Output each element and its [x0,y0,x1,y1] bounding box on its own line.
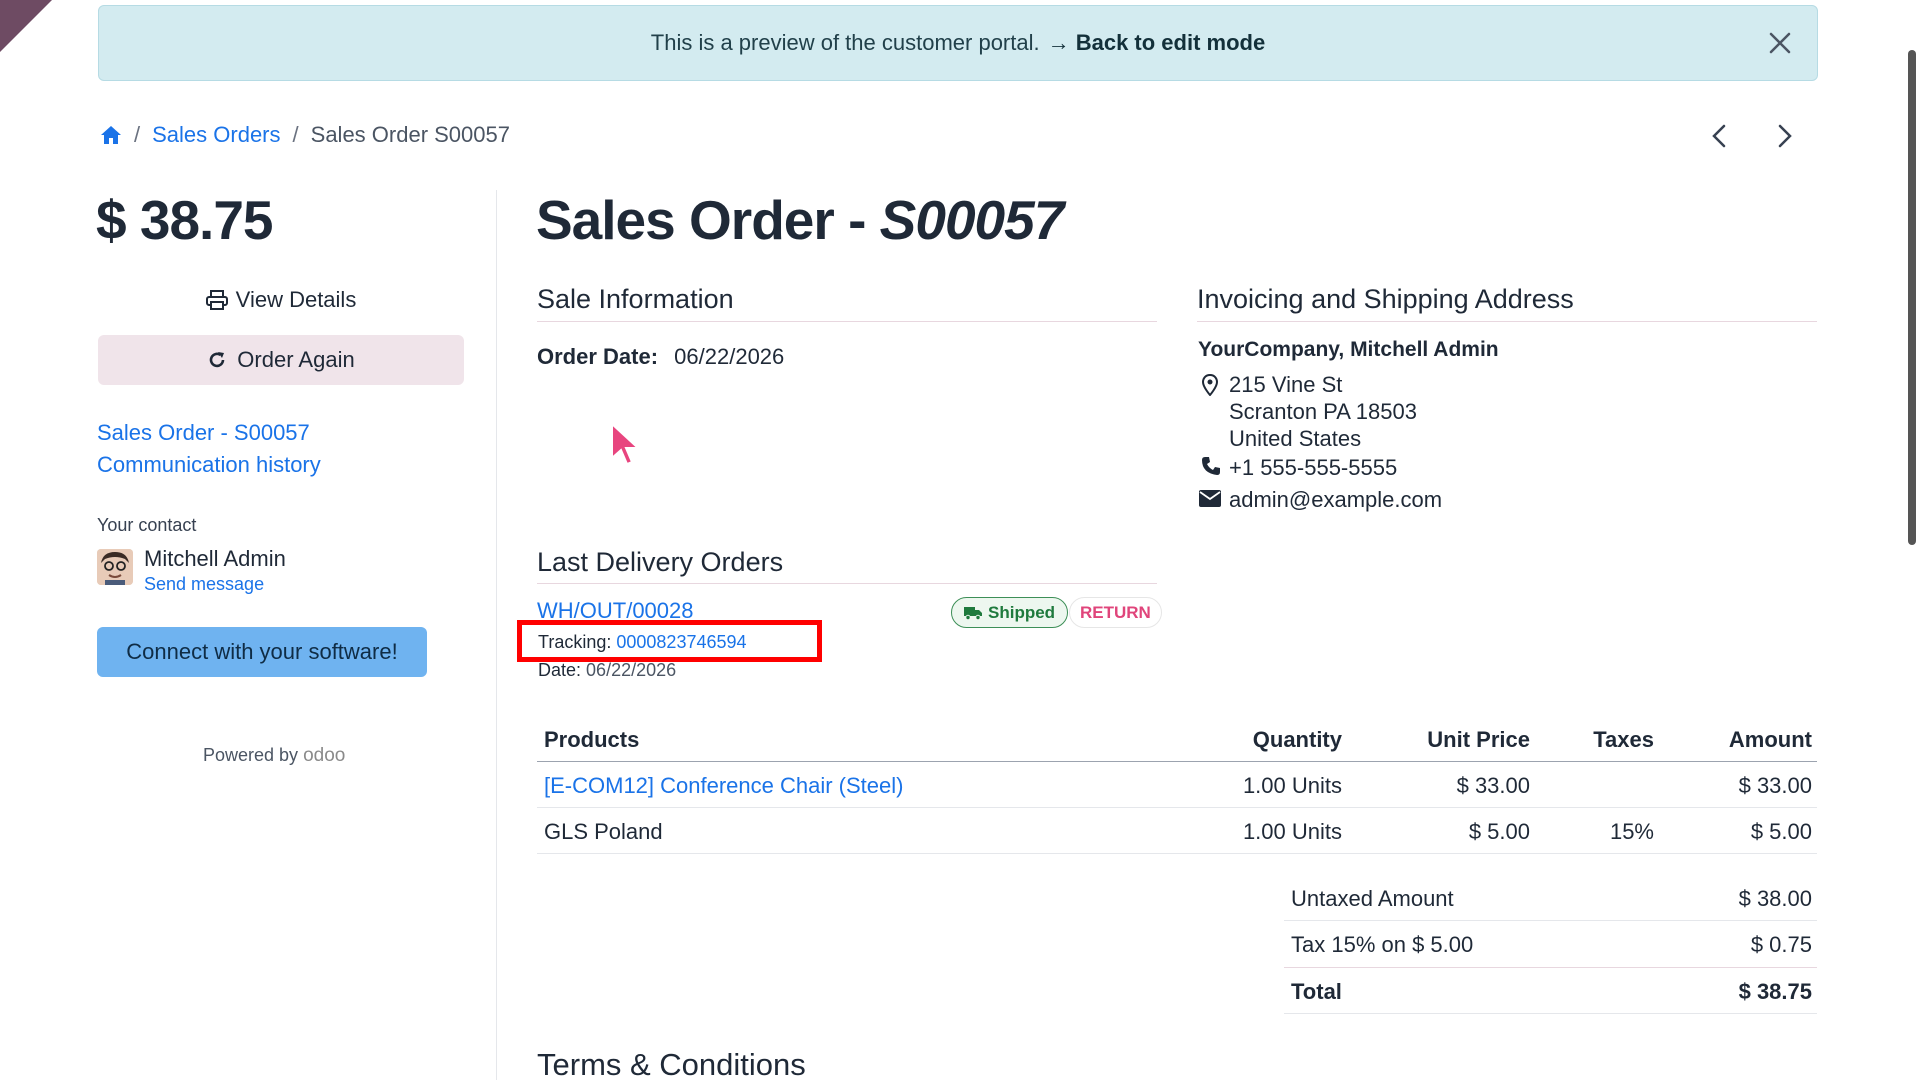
table-header-divider [537,761,1817,762]
view-details-label: View Details [235,287,357,312]
refresh-icon [210,352,225,368]
sidebar-link-sales-order[interactable]: Sales Order - S00057 [97,420,310,446]
tracking-highlight-box [517,620,822,662]
sale-information-heading: Sale Information [537,284,734,314]
total-label: Total [1291,979,1342,1004]
order-again-label: Order Again [237,347,355,372]
address-heading: Invoicing and Shipping Address [1197,284,1574,314]
powered-by: Powered by odoo [203,745,345,767]
phone-icon [1202,457,1220,475]
envelope-icon [1199,490,1221,507]
avatar [97,549,133,585]
back-to-edit-link[interactable]: → Back to edit mode [1048,30,1266,56]
address-country: United States [1229,426,1362,451]
column-header-products: Products [544,727,640,752]
printer-icon [205,290,228,310]
breadcrumb: / Sales Orders / Sales Order S00057 [100,120,510,150]
return-button[interactable]: RETURN [1069,597,1162,628]
table-cell-amount: $ 33.00 [1738,773,1812,798]
preview-banner: This is a preview of the customer portal… [98,5,1818,81]
map-marker-icon [1202,374,1218,396]
connect-software-button[interactable]: Connect with your software! [97,627,427,677]
last-delivery-orders-heading: Last Delivery Orders [537,547,784,577]
section-divider [537,321,1157,322]
order-date-value: 06/22/2026 [674,344,785,369]
column-header-quantity: Quantity [1252,727,1342,752]
corner-marker [0,0,52,52]
banner-text: This is a preview of the customer portal… [650,30,1040,55]
totals-divider [1284,967,1817,968]
tax-label: Tax 15% on $ 5.00 [1291,932,1474,957]
address-city: Scranton PA 18503 [1229,399,1417,424]
breadcrumb-separator: / [134,122,141,147]
address-email: admin@example.com [1229,487,1443,512]
table-cell-unit-price: $ 5.00 [1468,819,1530,844]
column-header-unit-price: Unit Price [1427,727,1530,752]
order-date-row: Order Date: 06/22/2026 [537,344,784,370]
title-prefix: Sales Order - [536,189,880,251]
delivery-date-value: 06/22/2026 [586,660,677,680]
your-contact-label: Your contact [97,515,197,535]
column-header-taxes: Taxes [1593,727,1654,752]
order-again-button[interactable]: Order Again [98,335,464,385]
tax-value: $ 0.75 [1750,932,1812,957]
table-cell-quantity: 1.00 Units [1242,773,1342,798]
send-message-link[interactable]: Send message [144,574,264,595]
table-row-divider [537,853,1817,854]
totals-divider [1284,920,1817,921]
product-name: GLS Poland [544,819,663,844]
odoo-logo: odoo [303,745,346,766]
section-divider [537,583,1157,584]
breadcrumb-separator: / [292,122,299,147]
section-divider [1197,321,1817,322]
totals-divider [1284,1013,1817,1014]
view-details-button[interactable]: View Details [98,282,464,318]
table-cell-unit-price: $ 33.00 [1456,773,1530,798]
title-reference: S00057 [879,189,1065,251]
previous-record-icon[interactable] [1702,118,1738,154]
sidebar-link-communication-history[interactable]: Communication history [97,452,321,478]
scrollbar[interactable] [1908,50,1916,545]
status-label: Shipped [988,602,1056,622]
terms-conditions-heading: Terms & Conditions [537,1047,806,1080]
table-row-divider [537,807,1817,808]
table-cell-taxes: 15% [1609,819,1654,844]
page-title: Sales Order - S00057 [536,188,1065,252]
address-phone: +1 555-555-5555 [1229,455,1398,480]
order-date-label: Order Date: [537,344,659,369]
untaxed-amount-value: $ 38.00 [1738,886,1812,911]
product-link[interactable]: [E-COM12] Conference Chair (Steel) [544,773,903,799]
breadcrumb-sales-orders[interactable]: Sales Orders [152,122,280,148]
table-cell-amount: $ 5.00 [1750,819,1812,844]
total-value: $ 38.75 [1738,979,1812,1004]
untaxed-amount-label: Untaxed Amount [1291,886,1454,911]
breadcrumb-current: Sales Order S00057 [310,122,510,147]
address-street: 215 Vine St [1229,372,1343,397]
mouse-pointer-icon [611,422,641,466]
home-icon[interactable] [100,125,122,145]
powered-by-label: Powered by [203,745,299,765]
close-icon[interactable] [1765,28,1795,58]
delivery-date-line: Date: 06/22/2026 [538,660,676,681]
customer-name: YourCompany, Mitchell Admin [1198,338,1499,361]
contact-name: Mitchell Admin [144,546,286,571]
delivery-date-label: Date: [538,660,582,680]
order-total-price: $ 38.75 [96,189,274,251]
next-record-icon[interactable] [1766,118,1802,154]
status-badge-shipped: Shipped [951,597,1069,628]
column-header-amount: Amount [1728,727,1812,752]
table-cell-quantity: 1.00 Units [1242,819,1342,844]
sidebar-divider [496,190,497,1080]
truck-icon [964,606,982,620]
